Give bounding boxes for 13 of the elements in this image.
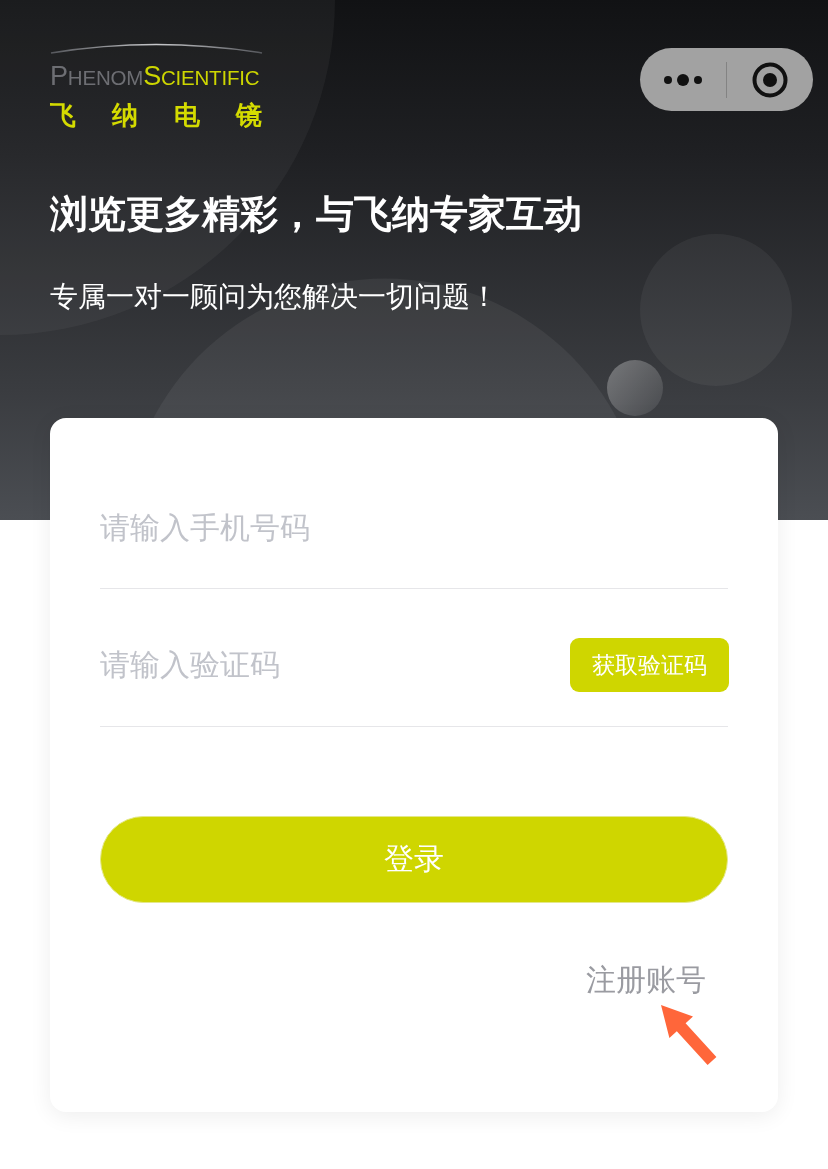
target-icon — [752, 61, 788, 98]
logo-brand-text: PHENOM — [50, 62, 144, 92]
arrow-icon — [659, 1003, 719, 1067]
subheadline: 专属一对一顾问为您解决一切问题！ — [50, 279, 498, 315]
logo-chinese-name: 飞 纳 电 镜 — [50, 100, 276, 130]
headline: 浏览更多精彩，与飞纳专家互动 — [50, 191, 582, 238]
logo-brand-text: SCIENTIFIC — [143, 62, 260, 92]
phone-input[interactable]: 请输入手机号码 — [100, 466, 728, 588]
get-code-button[interactable]: 获取验证码 — [570, 637, 729, 692]
code-input[interactable]: 请输入验证码 — [100, 634, 554, 695]
dots-icon — [664, 73, 702, 86]
register-link[interactable]: 注册账号 — [586, 963, 706, 997]
login-button[interactable]: 登录 — [100, 816, 728, 903]
